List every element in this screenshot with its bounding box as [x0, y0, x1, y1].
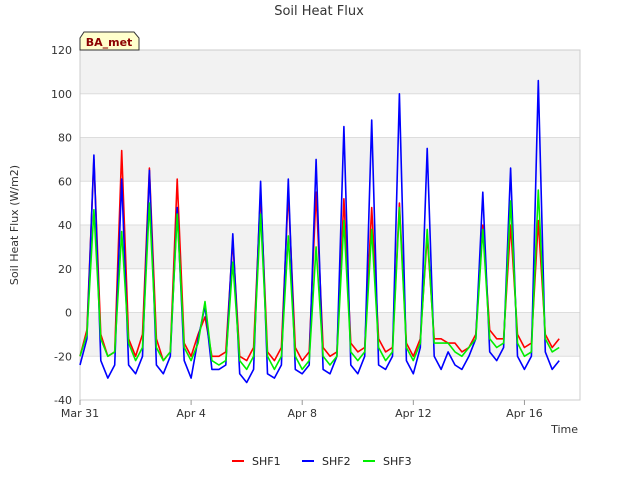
band [80, 225, 580, 269]
band [80, 93, 580, 138]
y-axis-ticks: -40 -20 0 20 40 60 80 100 120 [51, 44, 72, 407]
band [80, 50, 580, 94]
legend: SHF1 SHF2 SHF3 [232, 455, 412, 468]
x-axis-ticks: Mar 31 Apr 4 Apr 8 Apr 12 Apr 16 [61, 400, 543, 420]
y-tick-label: 20 [58, 263, 72, 276]
y-tick-label: 80 [58, 132, 72, 145]
y-tick-label: -40 [54, 394, 72, 407]
x-tick-label: Mar 31 [61, 407, 99, 420]
y-tick-label: -20 [54, 350, 72, 363]
legend-label-shf2: SHF2 [322, 455, 351, 468]
y-tick-label: 120 [51, 44, 72, 57]
legend-label-shf3: SHF3 [383, 455, 412, 468]
site-badge-label: BA_met [86, 36, 133, 49]
y-tick-label: 40 [58, 219, 72, 232]
band [80, 356, 580, 400]
x-axis-label: Time [550, 423, 578, 436]
chart-title: Soil Heat Flux [274, 4, 364, 19]
band [80, 137, 580, 182]
x-tick-label: Apr 8 [287, 407, 317, 420]
x-tick-label: Apr 12 [395, 407, 432, 420]
y-tick-label: 0 [65, 307, 72, 320]
y-tick-label: 60 [58, 175, 72, 188]
y-axis-label: Soil Heat Flux (W/m2) [8, 165, 21, 285]
band [80, 181, 580, 225]
y-tick-label: 100 [51, 88, 72, 101]
x-tick-label: Apr 16 [506, 407, 543, 420]
chart: Soil Heat Flux -40 -20 0 20 40 60 80 100 120 Mar… [8, 4, 581, 468]
legend-label-shf1: SHF1 [252, 455, 281, 468]
site-badge: BA_met [79, 31, 140, 51]
x-tick-label: Apr 4 [176, 407, 206, 420]
